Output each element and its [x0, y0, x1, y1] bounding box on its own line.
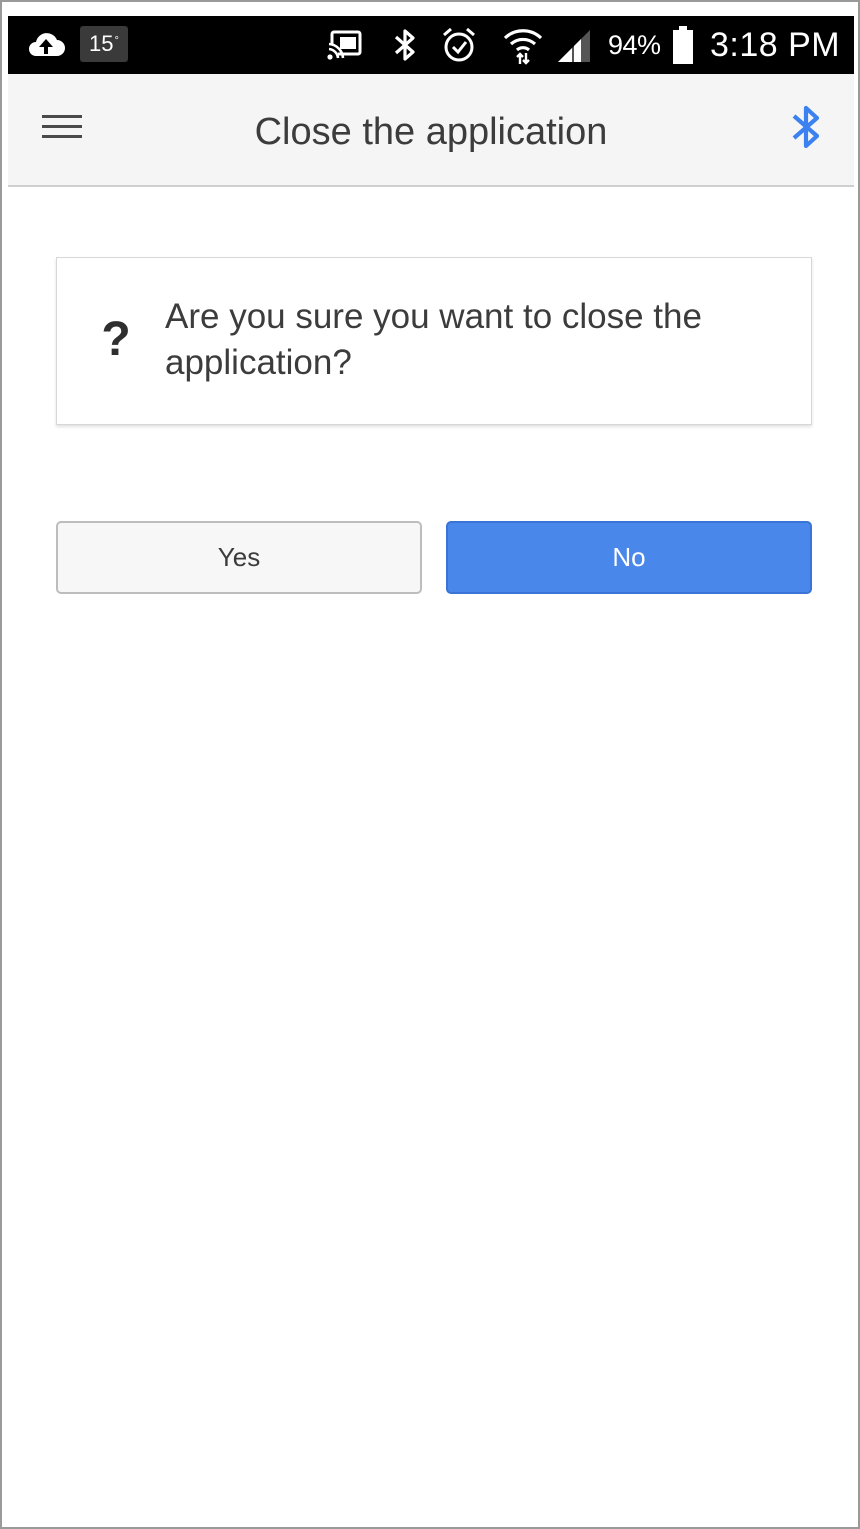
bluetooth-icon — [789, 102, 823, 157]
temperature-unit: ° — [114, 35, 119, 47]
question-mark-icon: ? — [101, 313, 131, 366]
battery-percent: 94% — [608, 29, 661, 60]
no-button[interactable]: No — [446, 521, 812, 594]
wifi-icon — [502, 24, 544, 66]
bluetooth-status-icon — [390, 26, 420, 64]
yes-button[interactable]: Yes — [56, 521, 422, 594]
signal-icon — [554, 28, 594, 64]
temperature-badge: 15 ° — [80, 26, 128, 62]
app-bar: Close the application — [8, 74, 854, 187]
status-bar: 15 ° 94% 3:18 PM — [8, 16, 854, 74]
page-title: Close the application — [254, 111, 608, 153]
battery-icon — [672, 25, 694, 65]
phone-screen: 15 ° 94% 3:18 PM Close the application ?… — [0, 0, 860, 1529]
cloud-upload-icon — [26, 28, 66, 62]
bluetooth-button[interactable] — [780, 100, 832, 158]
alarm-icon — [440, 26, 478, 64]
confirmation-message: Are you sure you want to close the appli… — [165, 297, 702, 382]
temperature-value: 15 — [89, 31, 114, 56]
cast-icon — [326, 27, 364, 63]
clock: 3:18 PM — [710, 25, 841, 64]
confirmation-card: ? Are you sure you want to close the app… — [56, 257, 812, 425]
